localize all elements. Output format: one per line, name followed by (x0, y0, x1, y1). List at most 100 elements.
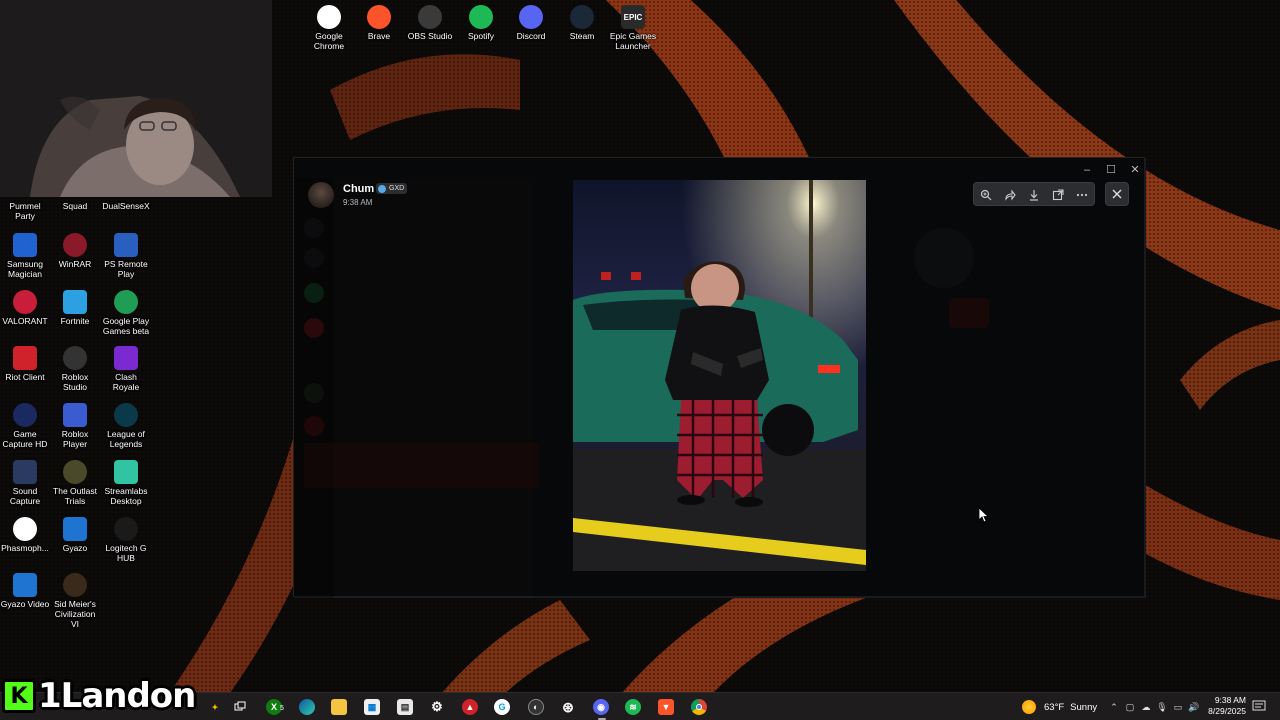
desktop-icon-left-3[interactable]: Samsung Magician (0, 233, 50, 279)
weather-widget[interactable]: 63°F Sunny (1022, 698, 1103, 716)
desktop-icon-left-12[interactable]: Game Capture HD (0, 403, 50, 449)
obs-icon (418, 5, 442, 29)
desktop-icon-label: Discord (516, 31, 546, 41)
chrome-app[interactable] (691, 699, 707, 715)
desktop-icon-left-18[interactable]: Phasmoph... (0, 516, 50, 553)
riot-icon: ▲ (465, 702, 475, 712)
desktop-icon-0[interactable]: Google Chrome (304, 5, 354, 51)
desktop-icon-label: Spotify (468, 31, 494, 41)
tray-app-icon[interactable]: ▢ (1124, 701, 1136, 713)
edge-app[interactable] (299, 699, 315, 715)
forward-icon (1005, 189, 1016, 201)
desktop-icon-left-8[interactable]: Google Play Games beta (101, 289, 151, 336)
microsoft-store-app[interactable]: ▦ (364, 699, 380, 715)
desktop-icon-4[interactable]: Discord (506, 5, 556, 41)
desktop-icon-left-22[interactable]: Sid Meier's Civilization VI (50, 573, 100, 629)
desktop-icon-left-7[interactable]: Fortnite (50, 289, 100, 326)
maximize-button[interactable]: ☐ (1100, 162, 1122, 178)
desktop-icon-label: Samsung Magician (7, 259, 43, 279)
desktop-icon-left-20[interactable]: Logitech G HUB (101, 516, 151, 563)
desktop-icon-left-15[interactable]: Sound Capture (0, 459, 50, 506)
viewer-image[interactable] (573, 180, 866, 571)
server-tag-badge: GXD (376, 183, 408, 194)
desktop-icon-1[interactable]: Brave (354, 5, 404, 41)
app-icon (63, 459, 87, 484)
volume-icon[interactable]: 🔊 (1188, 701, 1200, 713)
desktop-icon-left-9[interactable]: Riot Client (0, 346, 50, 382)
close-viewer-button[interactable] (1105, 182, 1129, 206)
desktop-icon-label: Roblox Studio (61, 372, 89, 393)
desktop-icon-left-5[interactable]: PS Remote Play (101, 233, 151, 279)
microphone-icon[interactable]: 🎙 (1156, 701, 1168, 713)
discord-app[interactable]: ◉ (593, 699, 609, 715)
riot-client-app[interactable]: ▲ (462, 699, 478, 715)
clock-time: 9:38 AM (1214, 695, 1246, 705)
desktop-icon-label: Logitech G HUB (105, 542, 147, 563)
window-close-button[interactable]: ✕ (1124, 162, 1146, 178)
app-icon (63, 289, 87, 314)
widgets-spark-icon[interactable]: ✦ (207, 699, 223, 715)
spotify-icon (469, 5, 493, 29)
desktop-icon-label: Sound Capture (9, 485, 41, 506)
app-icon (114, 459, 138, 484)
desktop-icon-left-2[interactable]: DualSenseX (101, 176, 151, 211)
desktop-icon-left-4[interactable]: WinRAR (50, 233, 100, 269)
file-explorer-app[interactable] (331, 699, 347, 715)
desktop-icon-label: OBS Studio (407, 31, 453, 41)
desktop-icon-left-14[interactable]: League of Legends (101, 403, 151, 449)
mouse-cursor-icon (978, 507, 990, 528)
onedrive-icon[interactable]: ☁ (1140, 701, 1152, 713)
more-button[interactable] (1073, 186, 1091, 204)
desktop-icon-left-21[interactable]: Gyazo Video (0, 573, 50, 609)
app-icon (114, 346, 138, 371)
sun-icon (1022, 700, 1036, 714)
settings-app[interactable]: ⚙ (429, 699, 445, 715)
desktop-icon-label: Pummel Party (9, 201, 41, 221)
desktop-icon-left-6[interactable]: VALORANT (0, 289, 50, 326)
obs-studio-app[interactable]: ◐ (528, 699, 544, 715)
desktop-icon-label: DualSenseX (102, 201, 150, 211)
download-button[interactable] (1025, 186, 1043, 204)
streamer-overlay: K 1Landon (2, 676, 196, 716)
desktop-icon-left-11[interactable]: Clash Royale (101, 346, 151, 392)
desktop-icon-6[interactable]: EPIC Epic Games Launcher (608, 5, 658, 51)
calculator-app[interactable]: ▤ (397, 699, 413, 715)
viewer-username[interactable]: Chum (343, 183, 374, 195)
minimize-button[interactable]: – (1076, 162, 1098, 178)
desktop-icon-3[interactable]: Spotify (456, 5, 506, 41)
weather-condition: Sunny (1070, 701, 1098, 713)
logitech-app[interactable]: G (494, 699, 510, 715)
clock[interactable]: 9:38 AM 8/29/2025 (1200, 695, 1246, 717)
forward-button[interactable] (1001, 186, 1019, 204)
desktop-icon-label: Gyazo (62, 542, 88, 553)
desktop-icon-left-17[interactable]: Streamlabs Desktop (101, 459, 151, 506)
spotify-app[interactable]: ≋ (625, 699, 641, 715)
gear-icon: ⚙ (431, 699, 443, 714)
desktop-icon-label: Sid Meier's Civilization VI (54, 599, 96, 630)
open-external-button[interactable] (1049, 186, 1067, 204)
desktop-icon-5[interactable]: Steam (557, 5, 607, 41)
desktop-icon-left-1[interactable]: Squad (50, 176, 100, 211)
notification-button[interactable] (1252, 699, 1266, 713)
desktop-icon-left-16[interactable]: The Outlast Trials (50, 459, 100, 506)
app-icon (13, 573, 37, 598)
desktop-icon-left-10[interactable]: Roblox Studio (50, 346, 100, 392)
show-hidden-icons-button[interactable]: ⌃ (1108, 701, 1120, 713)
steam-app[interactable]: ⊛ (560, 699, 576, 715)
desktop-icon-label: Epic Games Launcher (609, 31, 657, 51)
desktop-icon-2[interactable]: OBS Studio (405, 5, 455, 41)
task-view-button[interactable] (232, 699, 248, 715)
steam-icon: ⊛ (562, 698, 574, 715)
brave-app[interactable]: ▼ (658, 699, 674, 715)
zoom-in-button[interactable] (977, 186, 995, 204)
store-icon: ▦ (367, 701, 377, 712)
zoom-in-icon (980, 189, 992, 201)
desktop-icon-left-13[interactable]: Roblox Player (50, 403, 100, 449)
desktop-icon-left-19[interactable]: Gyazo (50, 516, 100, 553)
desktop-icon-left-0[interactable]: Pummel Party (0, 176, 50, 221)
network-icon[interactable]: ▭ (1172, 701, 1184, 713)
brave-icon (367, 5, 391, 29)
avatar[interactable] (308, 182, 334, 208)
xbox-badge-count: 5 (280, 705, 284, 712)
viewer-toolbar (973, 182, 1095, 206)
